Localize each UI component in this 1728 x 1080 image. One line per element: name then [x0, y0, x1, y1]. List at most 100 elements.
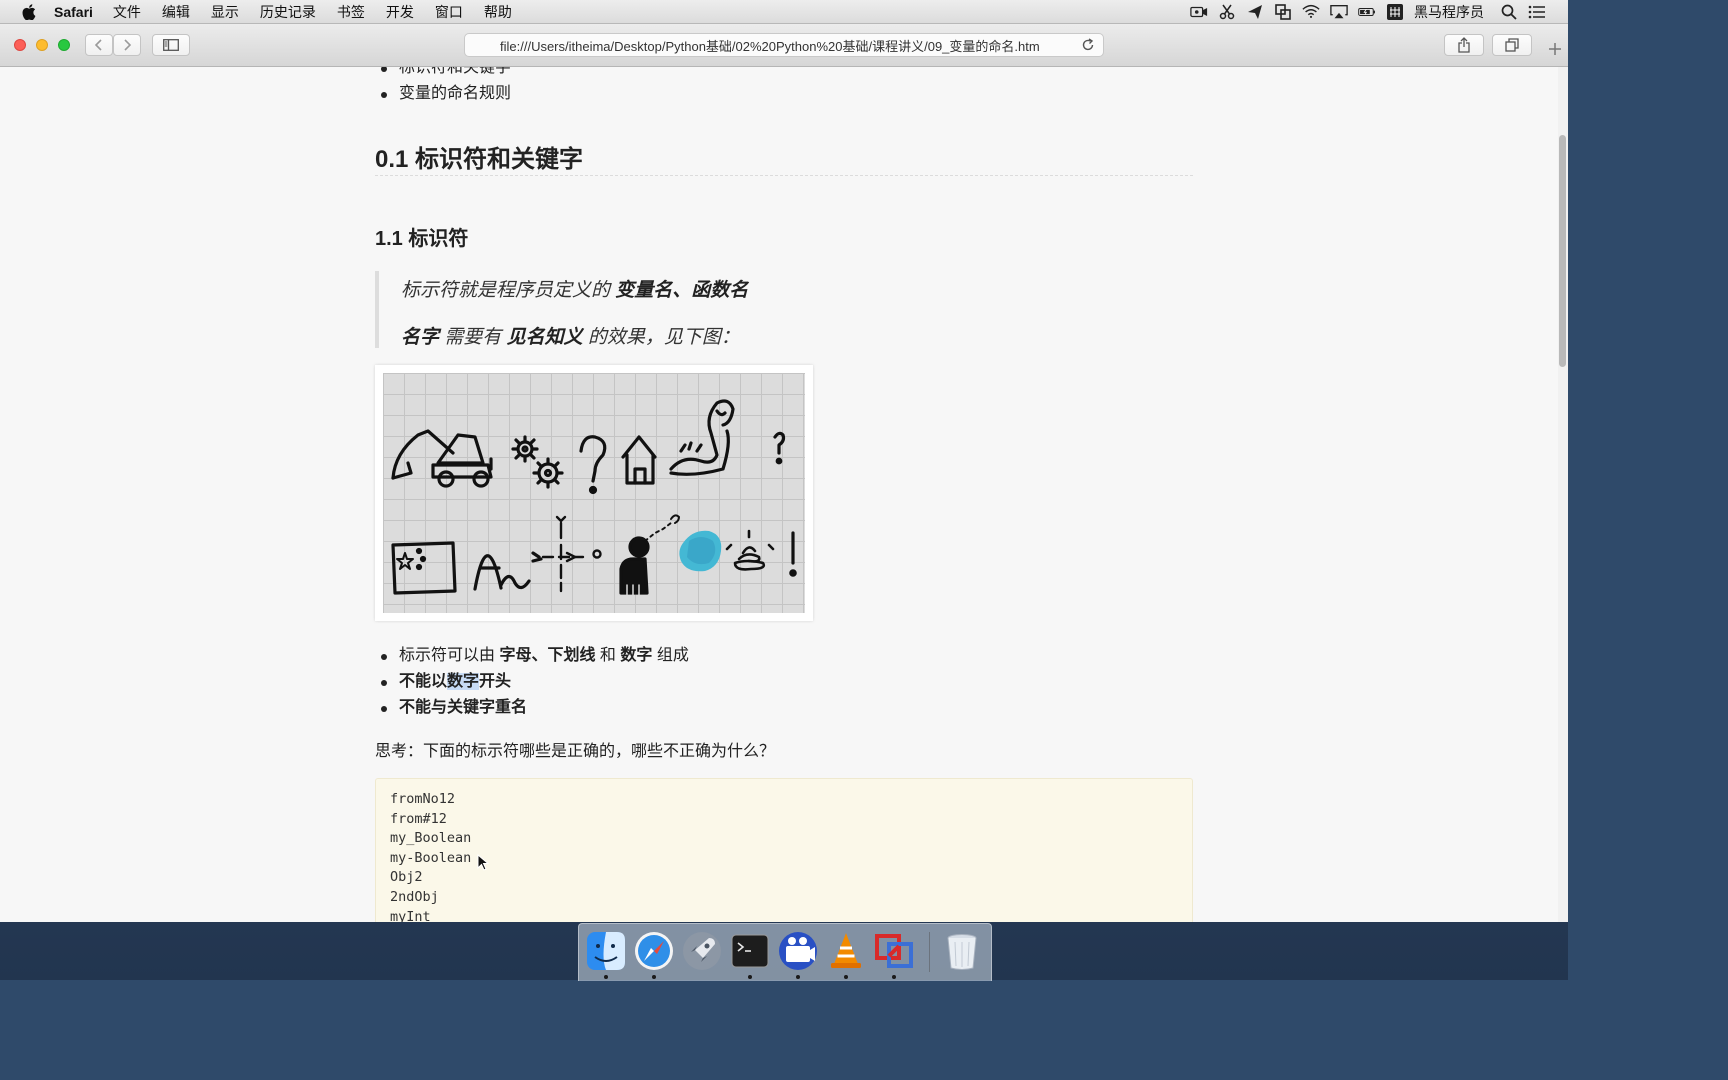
code-line: 2ndObj [390, 888, 439, 905]
menu-edit[interactable]: 编辑 [162, 2, 190, 22]
launchpad-icon[interactable] [681, 930, 723, 972]
quote-text: 标示符就是程序员定义的 [401, 280, 616, 301]
compass-doodle [541, 515, 602, 593]
selected-text[interactable]: 数字 [447, 673, 480, 690]
notification-center-icon[interactable] [1528, 5, 1546, 19]
rule-bold-text: 不能以 [399, 673, 448, 690]
rule-text: 组成 [652, 647, 689, 664]
fullscreen-window-button[interactable] [58, 39, 70, 51]
gears-doodle [511, 435, 564, 489]
list-item: 标识符和关键字 [375, 67, 511, 81]
thinking-person-doodle [619, 514, 680, 596]
wifi-icon[interactable] [1302, 4, 1320, 19]
running-indicator [748, 975, 752, 979]
app-name-menu[interactable]: Safari [54, 4, 93, 20]
quote-text: 的效果，见下图： [582, 327, 740, 348]
forward-button[interactable] [113, 34, 141, 56]
flag-doodle [391, 541, 457, 595]
section-heading-h3: 1.1 标识符 [375, 228, 469, 250]
letter-a-doodle [473, 551, 543, 591]
menu-history[interactable]: 历史记录 [260, 2, 316, 22]
battery-icon[interactable] [1358, 5, 1376, 19]
airplay-icon[interactable] [1330, 4, 1348, 19]
share-button[interactable] [1444, 34, 1484, 56]
address-bar[interactable]: file:///Users/itheima/Desktop/Python基础/0… [464, 33, 1104, 57]
scissors-icon[interactable] [1218, 4, 1236, 19]
close-window-button[interactable] [14, 39, 26, 51]
input-method-icon[interactable] [1386, 3, 1404, 20]
address-bar-url[interactable]: file:///Users/itheima/Desktop/Python基础/0… [500, 36, 1068, 55]
blue-shape-doodle [679, 530, 722, 572]
parallels-icon[interactable] [873, 930, 915, 972]
terminal-icon[interactable] [729, 930, 771, 972]
sidebar-icon [163, 39, 179, 51]
section-heading-h2: 0.1 标识符和关键字 [375, 139, 1193, 176]
screenflow-icon[interactable] [777, 930, 819, 972]
menu-develop[interactable]: 开发 [386, 2, 414, 22]
question-text: 思考：下面的标示符哪些是正确的，哪些不正确为什么？ [375, 743, 776, 760]
code-line: from#12 [390, 810, 447, 827]
menu-bar: Safari 文件 编辑 显示 历史记录 书签 开发 窗口 帮助 黑马程序员 [0, 0, 1568, 24]
rules-list: 标示符可以由 字母、下划线 和 数字 组成 不能以数字开头 不能与关键字重名 [375, 643, 689, 721]
running-indicator [652, 975, 656, 979]
tabs-overview-icon [1505, 38, 1519, 52]
new-tab-button[interactable] [1544, 38, 1566, 60]
blockquote: 标示符就是程序员定义的 变量名、函数名 名字 需要有 见名知义 的效果，见下图： [375, 271, 819, 348]
browser-toolbar: file:///Users/itheima/Desktop/Python基础/0… [0, 24, 1568, 67]
flex-arm-doodle [669, 399, 735, 476]
chevron-right-icon [124, 39, 132, 51]
rule-bold-text: 开头 [479, 673, 512, 690]
doodle-drawings [391, 399, 797, 596]
scrollbar-thumb[interactable] [1559, 135, 1566, 367]
code-line: Obj2 [390, 869, 423, 886]
vertical-scrollbar[interactable] [1558, 67, 1568, 922]
list-item: 不能以数字开头 [375, 669, 689, 695]
spotlight-search-icon[interactable] [1500, 4, 1518, 20]
plus-icon [1549, 43, 1561, 55]
quote-line-1: 标示符就是程序员定义的 变量名、函数名 [401, 275, 748, 302]
quote-bold-text: 名字 [401, 327, 440, 348]
code-line: my_Boolean [390, 830, 472, 847]
dock [578, 923, 992, 981]
running-indicator [844, 975, 848, 979]
sidebar-toggle-button[interactable] [152, 34, 190, 56]
code-line: my-Boolean [390, 849, 472, 866]
code-line: myInt [390, 908, 431, 922]
back-button[interactable] [85, 34, 113, 56]
menu-help[interactable]: 帮助 [484, 2, 512, 22]
vlc-icon[interactable] [825, 930, 867, 972]
screen-record-icon[interactable] [1190, 5, 1208, 19]
menu-window[interactable]: 窗口 [435, 2, 463, 22]
rule-bold-text: 字母、下划线 [499, 647, 596, 664]
toc-list: 标识符和关键字 变量的命名规则 [375, 67, 511, 107]
rule-text: 标示符可以由 [399, 647, 500, 664]
dock-separator [929, 932, 930, 972]
safari-window: file:///Users/itheima/Desktop/Python基础/0… [0, 24, 1568, 922]
reload-icon[interactable] [1081, 38, 1095, 52]
chevron-left-icon [94, 39, 102, 51]
safari-icon[interactable] [633, 930, 675, 972]
menu-bookmarks[interactable]: 书签 [337, 2, 365, 22]
show-tabs-button[interactable] [1492, 34, 1532, 56]
swirl-doodle [725, 529, 775, 571]
menu-view[interactable]: 显示 [211, 2, 239, 22]
question-doodle [579, 435, 607, 495]
exclamation-doodle [789, 531, 797, 577]
mouse-cursor-icon [477, 854, 489, 871]
code-line: fromNo12 [390, 791, 456, 807]
menu-file[interactable]: 文件 [113, 2, 141, 22]
quote-line-2: 名字 需要有 见名知义 的效果，见下图： [401, 322, 740, 349]
menubar-user-name[interactable]: 黑马程序员 [1414, 2, 1484, 22]
running-indicator [604, 975, 608, 979]
identifier-illustration [375, 365, 813, 621]
rule-bold-text: 不能与关键字重名 [399, 699, 528, 716]
apple-menu-icon[interactable] [22, 3, 36, 20]
trash-icon[interactable] [941, 930, 983, 972]
send-icon[interactable] [1246, 4, 1264, 19]
copy-layers-icon[interactable] [1274, 3, 1292, 20]
list-item: 变量的命名规则 [375, 81, 511, 107]
minimize-window-button[interactable] [36, 39, 48, 51]
code-block: fromNo12 from#12 my_Boolean my-Boolean Obj2 2… [375, 778, 1193, 922]
finder-icon[interactable] [585, 930, 627, 972]
rule-text: 和 [595, 647, 621, 664]
